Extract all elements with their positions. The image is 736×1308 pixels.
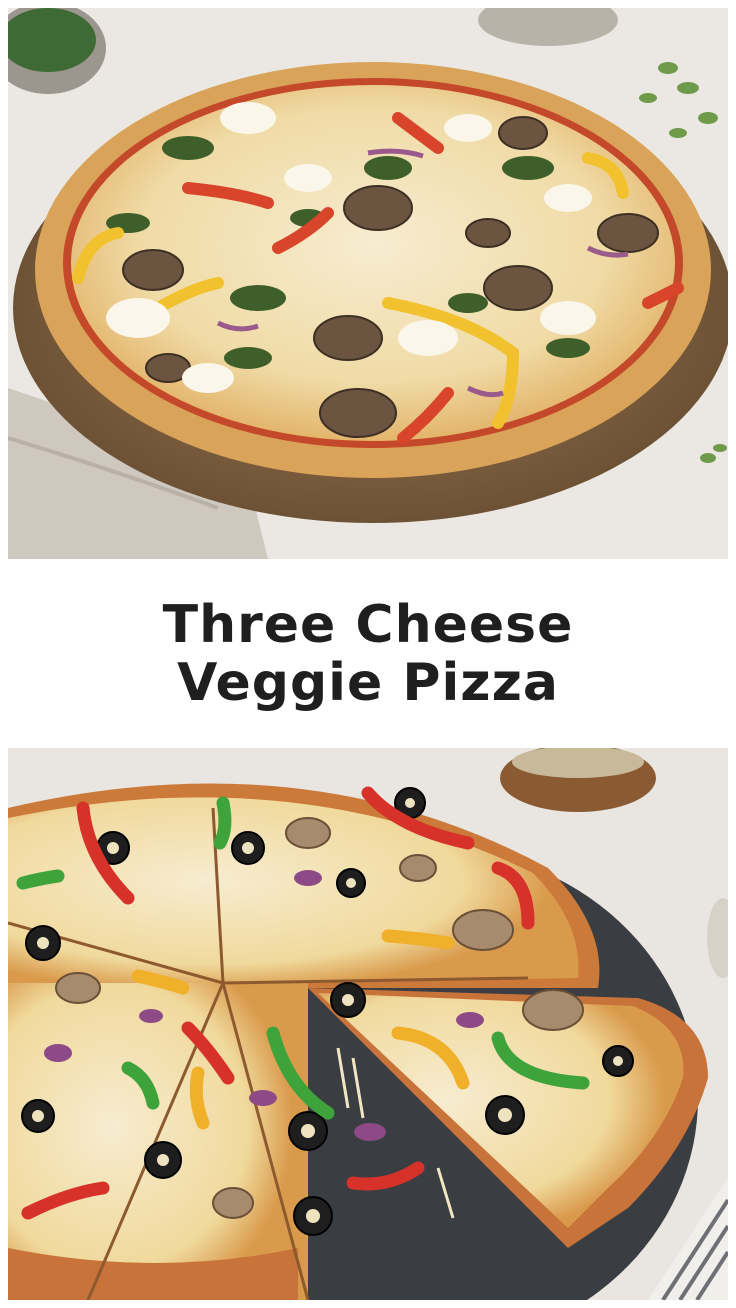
title-band: Three Cheese Veggie Pizza xyxy=(0,559,736,748)
sliced-pizza-photo xyxy=(8,748,728,1300)
recipe-title: Three Cheese Veggie Pizza xyxy=(163,596,574,712)
whole-pizza-illustration xyxy=(8,8,728,559)
whole-pizza-photo xyxy=(8,8,728,559)
recipe-title-line-1: Three Cheese xyxy=(162,594,574,655)
pizza-cheese-front xyxy=(8,983,308,1300)
sliced-pizza-illustration xyxy=(8,748,728,1300)
recipe-title-line-2: Veggie Pizza xyxy=(177,652,559,713)
